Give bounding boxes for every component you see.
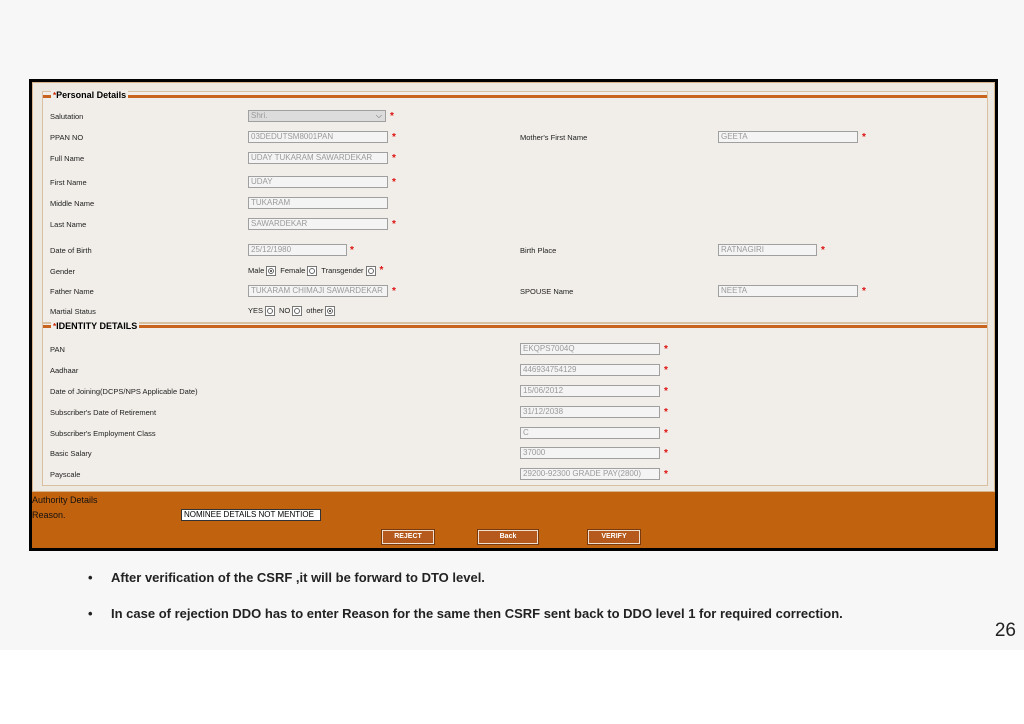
required-mark: * — [350, 245, 354, 256]
last-name-label: Last Name — [50, 220, 87, 229]
section-divider — [43, 95, 987, 98]
gender-transgender-radio[interactable] — [365, 266, 376, 276]
bullet-icon: • — [88, 570, 93, 585]
full-name-label: Full Name — [50, 154, 85, 163]
marital-no-radio[interactable] — [292, 306, 303, 316]
note-text: In case of rejection DDO has to enter Re… — [111, 606, 843, 621]
birth-place-input[interactable]: RATNAGIRI — [718, 244, 817, 256]
required-mark: * — [664, 386, 668, 397]
spouse-name-input[interactable]: NEETA — [718, 285, 858, 297]
application-screenshot-frame: *Personal Details Salutation Shri. ⌵ * PP… — [29, 79, 998, 551]
required-mark: * — [392, 286, 396, 297]
marital-other-label: other — [306, 306, 324, 315]
payscale-input[interactable]: 29200-92300 GRADE PAY(2800) — [520, 468, 660, 480]
last-name-input[interactable]: SAWARDEKAR — [248, 218, 388, 230]
dob-input[interactable]: 25/12/1980 — [248, 244, 347, 256]
chevron-down-icon: ⌵ — [375, 111, 382, 120]
required-mark: * — [392, 177, 396, 188]
marital-other-radio[interactable] — [325, 306, 336, 316]
required-mark: * — [862, 132, 866, 143]
dob-label: Date of Birth — [50, 246, 92, 255]
mother-name-input[interactable]: GEETA — [718, 131, 858, 143]
retirement-date-input[interactable]: 31/12/2038 — [520, 406, 660, 418]
bullet-icon: • — [88, 606, 93, 621]
required-mark: * — [664, 407, 668, 418]
marital-yes-label: YES — [248, 306, 264, 315]
authority-details-title: Authority Details — [32, 495, 98, 505]
required-mark: * — [664, 428, 668, 439]
gender-label: Gender — [50, 267, 76, 276]
father-name-label: Father Name — [50, 287, 94, 296]
required-mark: * — [379, 265, 384, 276]
gender-female-radio[interactable] — [307, 266, 318, 276]
required-mark: * — [392, 132, 396, 143]
required-mark: * — [392, 153, 396, 164]
doj-label: Date of Joining(DCPS/NPS Applicable Date… — [50, 387, 198, 396]
gender-male-label: Male — [248, 266, 265, 275]
marital-status-label: Martial Status — [50, 307, 96, 316]
page-number: 26 — [994, 620, 1016, 641]
note-text: After verification of the CSRF ,it will … — [111, 570, 485, 585]
employment-class-label: Subscriber's Employment Class — [50, 429, 156, 438]
middle-name-label: Middle Name — [50, 199, 95, 208]
personal-details-section: *Personal Details Salutation Shri. ⌵ * PP… — [42, 90, 988, 323]
retirement-date-label: Subscriber's Date of Retirement — [50, 408, 157, 417]
employment-class-input[interactable]: C — [520, 427, 660, 439]
middle-name-input[interactable]: TUKARAM — [248, 197, 388, 209]
basic-salary-input[interactable]: 37000 — [520, 447, 660, 459]
first-name-input[interactable]: UDAY — [248, 176, 388, 188]
father-name-input[interactable]: TUKARAM CHIMAJI SAWARDEKAR — [248, 285, 388, 297]
section-legend: *IDENTITY DETAILS — [51, 321, 140, 332]
required-mark: * — [862, 286, 866, 297]
identity-details-section: *IDENTITY DETAILS PAN EKQPS7004Q * Aadha… — [42, 321, 988, 486]
ppan-input[interactable]: 03DEDUTSM8001PAN — [248, 131, 388, 143]
reason-input[interactable]: NOMINEE DETAILS NOT MENTIOE — [181, 509, 321, 521]
gender-transgender-label: Transgender — [321, 266, 364, 275]
pan-input[interactable]: EKQPS7004Q — [520, 343, 660, 355]
salutation-select[interactable]: Shri. ⌵ — [248, 110, 386, 122]
mother-name-label: Mother's First Name — [520, 133, 588, 142]
ppan-label: PPAN NO — [50, 133, 84, 142]
full-name-input[interactable]: UDAY TUKARAM SAWARDEKAR — [248, 152, 388, 164]
birth-place-label: Birth Place — [520, 246, 557, 255]
required-mark: * — [664, 365, 668, 376]
section-legend: *Personal Details — [51, 90, 129, 101]
required-mark: * — [821, 245, 825, 256]
form-window: *Personal Details Salutation Shri. ⌵ * PP… — [32, 82, 995, 548]
marital-yes-radio[interactable] — [265, 306, 276, 316]
verify-button[interactable]: VERIFY — [588, 530, 640, 544]
required-mark: * — [390, 111, 394, 122]
aadhaar-input[interactable]: 446934754129 — [520, 364, 660, 376]
required-mark: * — [664, 344, 668, 355]
doj-input[interactable]: 15/06/2012 — [520, 385, 660, 397]
required-mark: * — [392, 219, 396, 230]
gender-radio-group: Male Female Transgender * — [248, 265, 383, 277]
required-mark: * — [664, 448, 668, 459]
marital-status-radio-group: YES NO other — [248, 305, 337, 317]
spouse-name-label: SPOUSE Name — [520, 287, 574, 296]
reason-label: Reason. — [32, 510, 66, 520]
salutation-label: Salutation — [50, 112, 84, 121]
reject-button[interactable]: REJECT — [382, 530, 434, 544]
aadhaar-label: Aadhaar — [50, 366, 79, 375]
section-divider — [43, 325, 987, 328]
payscale-label: Payscale — [50, 470, 81, 479]
form-area: *Personal Details Salutation Shri. ⌵ * PP… — [32, 82, 995, 492]
marital-no-label: NO — [279, 306, 291, 315]
gender-male-radio[interactable] — [266, 266, 277, 276]
first-name-label: First Name — [50, 178, 87, 187]
required-mark: * — [664, 469, 668, 480]
basic-salary-label: Basic Salary — [50, 449, 92, 458]
back-button[interactable]: Back — [478, 530, 538, 544]
pan-label: PAN — [50, 345, 65, 354]
gender-female-label: Female — [280, 266, 306, 275]
